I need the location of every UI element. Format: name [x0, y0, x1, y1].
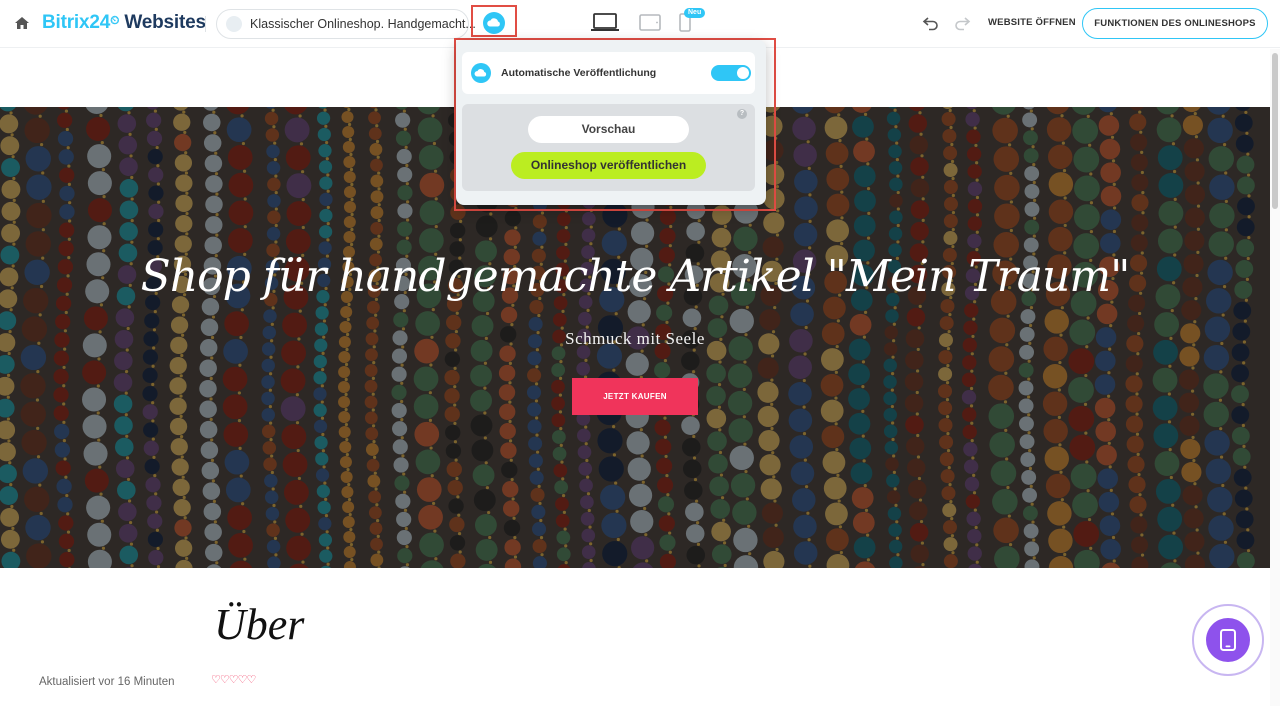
mobile-preview-button[interactable]: [1206, 618, 1250, 662]
publish-shop-button[interactable]: Onlineshop veröffentlichen: [511, 152, 706, 179]
divider: [205, 16, 206, 32]
undo-icon[interactable]: [922, 14, 940, 32]
page-scrollbar[interactable]: [1270, 49, 1280, 706]
hero-title: Shop für handgemachte Artikel "Mein Trau…: [140, 251, 1131, 302]
publish-cloud-button[interactable]: [483, 12, 505, 34]
hearts-decoration: ♡♡♡♡♡: [211, 674, 256, 686]
new-badge: Neu: [684, 8, 706, 18]
smartphone-icon: [1220, 629, 1236, 651]
redo-icon[interactable]: [953, 14, 971, 32]
publish-actions: ? Vorschau Onlineshop veröffentlichen: [462, 104, 755, 191]
preview-button[interactable]: Vorschau: [528, 116, 689, 143]
desktop-view-icon[interactable]: [590, 13, 620, 33]
hero-subtitle: Schmuck mit Seele: [565, 329, 705, 348]
site-name: Klassischer Onlineshop. Handgemacht...: [250, 17, 476, 31]
site-selector[interactable]: Klassischer Onlineshop. Handgemacht...: [216, 9, 476, 39]
logo-product: Websites: [124, 12, 206, 33]
shop-features-button[interactable]: FUNKTIONEN DES ONLINESHOPS: [1082, 8, 1268, 39]
help-icon[interactable]: ?: [737, 109, 747, 119]
auto-publish-row[interactable]: Automatische Veröffentlichung: [462, 52, 755, 94]
bitrix24-logo[interactable]: Bitrix24⏲ Websites: [42, 12, 206, 34]
cloud-icon: [471, 63, 491, 83]
cloud-icon: [487, 18, 500, 27]
buy-now-button[interactable]: JETZT KAUFEN: [572, 378, 698, 415]
scrollbar-thumb[interactable]: [1272, 53, 1278, 209]
updated-status: Aktualisiert vor 16 Minuten: [39, 676, 175, 688]
publish-popup: Automatische Veröffentlichung ? Vorschau…: [456, 40, 766, 205]
clock-icon: ⏲: [110, 13, 120, 27]
tablet-view-icon[interactable]: [639, 14, 661, 32]
logo-brand: Bitrix24: [42, 12, 111, 33]
open-website-link[interactable]: WEBSITE ÖFFNEN: [988, 17, 1076, 28]
site-thumbnail-icon: [226, 16, 242, 32]
auto-publish-label: Automatische Veröffentlichung: [501, 67, 657, 79]
auto-publish-toggle[interactable]: [711, 65, 751, 81]
toggle-knob: [737, 67, 749, 79]
home-icon[interactable]: [14, 15, 30, 31]
about-heading: Über: [214, 600, 305, 649]
